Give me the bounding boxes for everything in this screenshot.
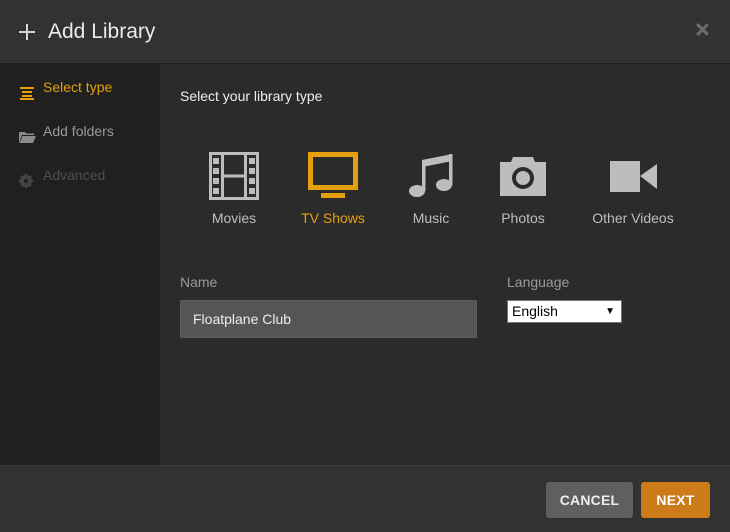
sidebar-item-label: Advanced (43, 167, 106, 183)
gear-icon (19, 168, 35, 188)
language-label: Language (507, 274, 570, 290)
name-label: Name (180, 274, 218, 290)
next-button[interactable]: NEXT (641, 482, 710, 518)
library-type-tv-shows[interactable]: TV Shows (296, 148, 370, 234)
library-type-label: TV Shows (301, 210, 365, 226)
cancel-button[interactable]: CANCEL (546, 482, 633, 518)
sidebar-item-advanced: Advanced (0, 160, 160, 190)
close-icon[interactable] (692, 20, 712, 40)
folder-icon (19, 124, 36, 143)
sidebar-item-label: Add folders (43, 123, 114, 139)
main-panel: Select your library type Movies TV Shows… (160, 64, 730, 465)
dialog-footer: CANCEL NEXT (0, 465, 730, 532)
dialog-title: Add Library (48, 20, 156, 43)
add-library-dialog: Add Library Select type Add folders Adva… (0, 0, 730, 532)
plus-icon (19, 24, 35, 40)
library-type-other-videos[interactable]: Other Videos (586, 148, 680, 234)
tv-icon (308, 152, 358, 205)
library-type-label: Photos (501, 210, 545, 226)
library-type-label: Movies (211, 210, 257, 226)
dialog-header: Add Library (0, 0, 730, 64)
library-type-movies[interactable]: Movies (200, 148, 268, 234)
library-type-music[interactable]: Music (404, 148, 458, 234)
sidebar-item-select-type[interactable]: Select type (0, 72, 160, 102)
list-icon (19, 80, 35, 100)
section-heading: Select your library type (180, 88, 323, 104)
library-type-photos[interactable]: Photos (494, 148, 552, 234)
dropdown-arrow-icon: ▼ (605, 306, 615, 317)
film-icon (209, 152, 259, 205)
language-selected-value: English (512, 303, 558, 319)
library-type-label: Music (412, 210, 450, 226)
library-type-label: Other Videos (592, 210, 674, 226)
video-camera-icon (608, 152, 658, 205)
library-type-list: Movies TV Shows Music Photos Other Video… (160, 148, 730, 238)
language-select[interactable]: English ▼ (507, 300, 622, 323)
camera-icon (498, 152, 548, 205)
music-note-icon (406, 152, 456, 205)
library-name-input[interactable] (180, 300, 477, 338)
sidebar-item-label: Select type (43, 79, 113, 95)
sidebar-item-add-folders[interactable]: Add folders (0, 116, 160, 146)
sidebar: Select type Add folders Advanced (0, 64, 160, 465)
